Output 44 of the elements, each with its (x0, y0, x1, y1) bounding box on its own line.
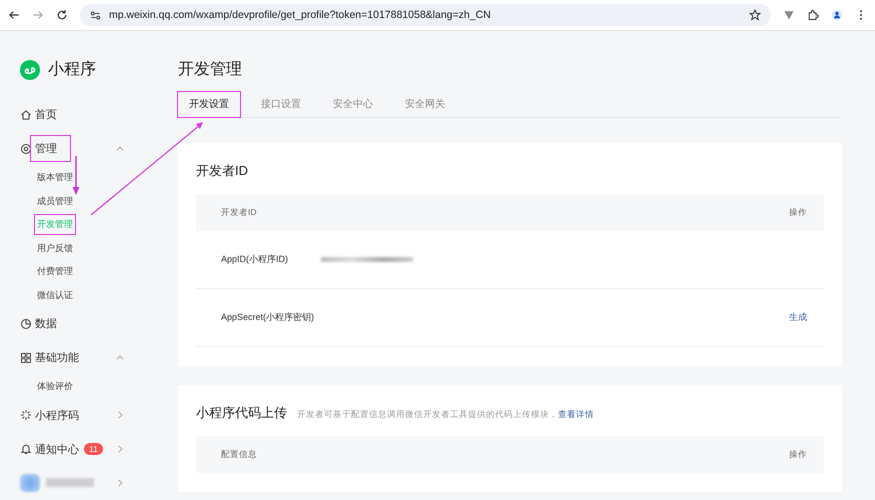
pie-chart-icon (20, 318, 32, 330)
notification-badge: 11 (84, 443, 103, 456)
nav-item[interactable]: 管理 (32, 137, 69, 160)
column-header: 开发者ID (221, 206, 256, 218)
details-link[interactable]: 查看详情 (558, 409, 594, 419)
nav-subitem[interactable]: 版本管理 (36, 169, 74, 186)
nav-item[interactable]: 基础功能 (32, 348, 82, 368)
nav-subitem[interactable]: 微信认证 (36, 286, 74, 304)
nav-item[interactable]: 数据 (32, 314, 60, 334)
nav-item[interactable]: 小程序码 (32, 406, 82, 425)
page-title: 开发管理 (178, 60, 243, 80)
column-header: 操作 (789, 206, 807, 218)
back-icon[interactable] (8, 9, 20, 21)
puzzle-icon[interactable] (807, 9, 819, 21)
nav-subitem[interactable]: 用户反馈 (36, 240, 74, 257)
nav-subitem[interactable]: 体验评价 (36, 378, 74, 395)
row-label: AppSecret(小程序密钥) (221, 311, 316, 324)
reload-icon[interactable] (56, 9, 68, 21)
tab[interactable]: 开发设置 (178, 92, 240, 117)
annotation-arrow (72, 156, 80, 195)
nav-item[interactable]: 通知中心 (32, 440, 82, 459)
app-name: 小程序 (48, 60, 96, 80)
column-header: 配置信息 (221, 448, 257, 460)
grid-icon (20, 352, 32, 364)
url-text: mp.weixin.qq.com/wxamp/devprofile/get_profile?token=1017881058&lang=zh_CN (109, 9, 491, 21)
profile-icon[interactable] (831, 9, 843, 21)
app-logo-icon (20, 60, 40, 80)
description-text: 开发者可基于配置信息调用微信开发者工具提供的代码上传模块，查看详情 (297, 409, 594, 421)
column-header: 操作 (789, 448, 807, 460)
sparkle-icon (20, 409, 32, 422)
nav-subitem[interactable]: 成员管理 (36, 192, 74, 210)
extension-shield-icon[interactable] (783, 9, 795, 21)
settings-icon (20, 142, 32, 155)
site-settings-icon[interactable] (90, 10, 101, 20)
generate-link[interactable]: 生成 (789, 311, 807, 324)
card-title: 开发者ID (196, 162, 248, 180)
address-bar[interactable]: mp.weixin.qq.com/wxamp/devprofile/get_profile?token=1017881058&lang=zh_CN (80, 4, 771, 26)
home-icon (20, 108, 32, 121)
bell-icon (20, 443, 32, 456)
nav-subitem[interactable]: 付费管理 (36, 263, 74, 280)
row-label: AppID(小程序ID) (221, 253, 290, 266)
star-icon[interactable] (749, 9, 761, 21)
nav-item[interactable]: 首页 (32, 105, 60, 124)
card-title: 小程序代码上传 (196, 404, 287, 422)
